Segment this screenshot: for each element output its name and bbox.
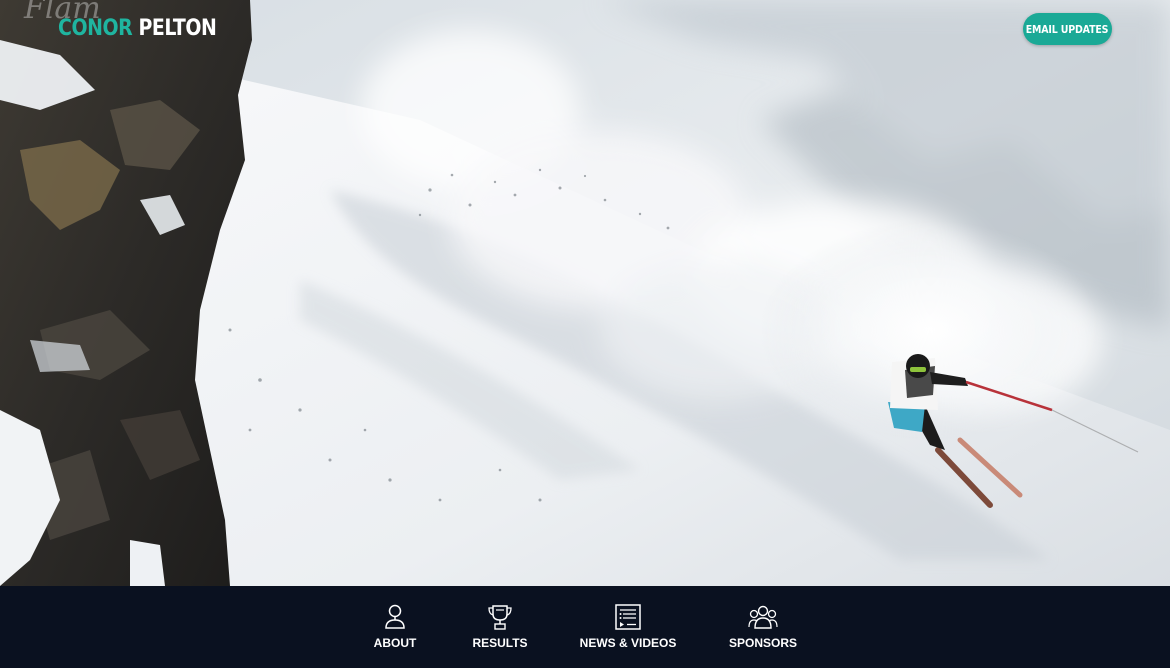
nav-label-sponsors: SPONSORS (729, 636, 798, 650)
email-updates-button[interactable]: EMAIL UPDATES (1023, 13, 1112, 45)
email-updates-label: EMAIL UPDATES (1026, 22, 1109, 36)
person-pin-icon (380, 602, 410, 632)
logo-last-name: PELTON (138, 16, 217, 41)
logo-first-name: CONOR (58, 16, 133, 41)
page: Flam CONOR PELTON EMAIL UPDATES ABOUT RE… (0, 0, 1170, 668)
news-video-icon (613, 602, 643, 632)
nav-item-sponsors[interactable]: SPONSORS (729, 586, 798, 668)
site-logo[interactable]: CONOR PELTON (58, 14, 217, 44)
nav-label-about: ABOUT (373, 636, 417, 650)
nav-item-results[interactable]: RESULTS (472, 586, 528, 668)
trophy-icon (485, 602, 515, 632)
bottom-nav: ABOUT RESULTS NEWS & VIDEOS SPONSORS (0, 586, 1170, 668)
group-icon (748, 602, 778, 632)
hero-image: Flam (0, 0, 1170, 586)
nav-label-results: RESULTS (472, 636, 528, 650)
nav-item-about[interactable]: ABOUT (374, 586, 416, 668)
hero-photo: Flam (0, 0, 1170, 586)
nav-label-news-videos: NEWS & VIDEOS (579, 636, 677, 650)
nav-item-news-videos[interactable]: NEWS & VIDEOS (580, 586, 676, 668)
